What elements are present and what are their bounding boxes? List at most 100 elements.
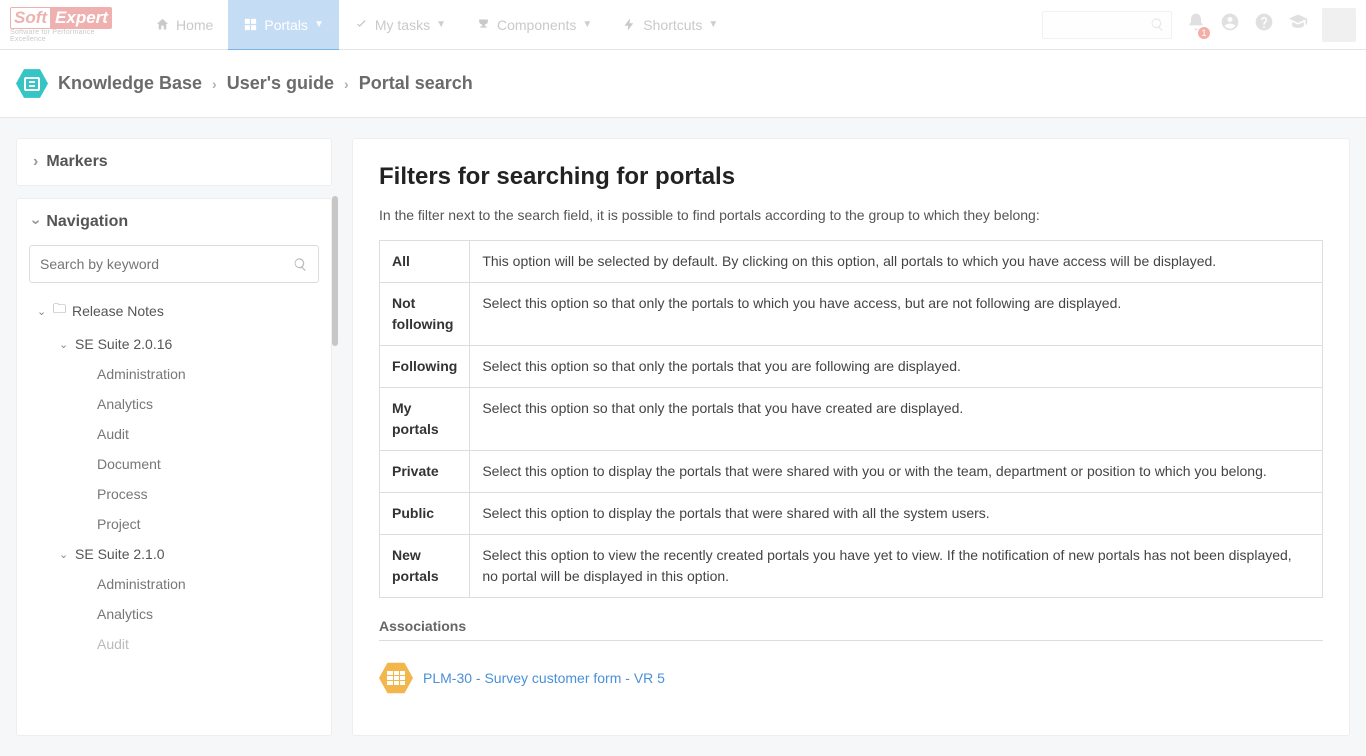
tree-label: Release Notes [72,303,164,319]
keyword-search[interactable] [29,245,319,283]
caret-down-icon: ▼ [582,19,592,30]
form-icon [379,661,413,695]
home-icon [155,17,170,32]
user-circle-icon [1220,12,1240,32]
nav-portals[interactable]: Portals ▼ [228,0,338,50]
left-column: › Markers › Navigation ⌄ 🗀 Release Notes [16,138,332,736]
filter-desc: Select this option to display the portal… [470,451,1323,493]
folder-icon: 🗀 [53,300,66,322]
nav-mytasks-label: My tasks [375,17,430,33]
caret-down-icon: ▼ [708,19,718,30]
tree-release-notes[interactable]: ⌄ 🗀 Release Notes [29,293,319,329]
navigation-panel: › Navigation ⌄ 🗀 Release Notes ⌄ SE [16,198,332,736]
tree-item[interactable]: Analytics [29,599,319,629]
search-icon [293,257,308,272]
knowledge-base-icon [16,68,48,100]
filters-table: AllThis option will be selected by defau… [379,240,1323,598]
nav-mytasks[interactable]: My tasks ▼ [339,0,461,50]
table-row: My portalsSelect this option so that onl… [380,388,1323,451]
navigation-toggle[interactable]: › Navigation [17,199,331,245]
table-row: AllThis option will be selected by defau… [380,241,1323,283]
markers-toggle[interactable]: › Markers [17,139,331,185]
tree-label: Document [97,456,161,472]
main-content: Filters for searching for portals In the… [352,138,1350,736]
nav-home-label: Home [176,17,213,33]
caret-down-icon: ▼ [314,19,324,30]
user-help-button[interactable] [1220,12,1240,37]
filter-name: Not following [380,283,470,346]
tree-item[interactable]: Analytics [29,389,319,419]
chevron-right-icon: › [33,153,38,171]
filter-name: New portals [380,535,470,598]
tree-label: Analytics [97,606,153,622]
tree-item[interactable]: Audit [29,419,319,449]
top-navbar: Soft Expert Software for Performance Exc… [0,0,1366,50]
table-row: FollowingSelect this option so that only… [380,346,1323,388]
tree-label: Audit [97,636,129,652]
graduation-icon [1288,12,1308,32]
breadcrumb-kb[interactable]: Knowledge Base [58,73,202,94]
question-circle-icon [1254,12,1274,32]
logo-tagline: Software for Performance Excellence [10,29,130,43]
tree-item[interactable]: Document [29,449,319,479]
filter-desc: Select this option to view the recently … [470,535,1323,598]
nav-components[interactable]: Components ▼ [461,0,607,50]
filter-desc: Select this option to display the portal… [470,493,1323,535]
nav-shortcuts-label: Shortcuts [643,17,702,33]
filter-desc: Select this option so that only the port… [470,283,1323,346]
breadcrumb-portalsearch[interactable]: Portal search [359,73,473,94]
navigation-title: Navigation [46,213,128,231]
chevron-right-icon: › [344,76,349,92]
tree-label: Administration [97,576,186,592]
filter-name: All [380,241,470,283]
logo[interactable]: Soft Expert Software for Performance Exc… [10,7,130,43]
tree-label: SE Suite 2.0.16 [75,336,172,352]
association-link[interactable]: PLM-30 - Survey customer form - VR 5 [423,670,665,686]
nav-shortcuts[interactable]: Shortcuts ▼ [607,0,733,50]
check-icon [354,17,369,32]
chevron-down-icon: ⌄ [59,548,69,561]
filter-name: Private [380,451,470,493]
education-button[interactable] [1288,12,1308,37]
filter-desc: Select this option so that only the port… [470,346,1323,388]
chevron-down-icon: ⌄ [59,338,69,351]
table-row: Not followingSelect this option so that … [380,283,1323,346]
nav-tree: ⌄ 🗀 Release Notes ⌄ SE Suite 2.0.16 Admi… [29,293,319,659]
tree-suite-210[interactable]: ⌄ SE Suite 2.1.0 [29,539,319,569]
breadcrumb: Knowledge Base › User's guide › Portal s… [0,50,1366,118]
sidebar-scrollbar[interactable] [332,196,338,346]
association-item: PLM-30 - Survey customer form - VR 5 [379,661,1323,695]
trophy-icon [476,17,491,32]
search-icon [1150,17,1165,32]
bolt-icon [622,17,637,32]
global-search[interactable] [1042,11,1172,39]
table-row: New portalsSelect this option to view th… [380,535,1323,598]
tree-label: SE Suite 2.1.0 [75,546,165,562]
user-avatar[interactable] [1322,8,1356,42]
tree-label: Audit [97,426,129,442]
tree-label: Project [97,516,141,532]
nav-components-label: Components [497,17,576,33]
help-button[interactable] [1254,12,1274,37]
notifications-button[interactable]: 1 [1186,12,1206,37]
breadcrumb-userguide[interactable]: User's guide [227,73,334,94]
tree-item[interactable]: Process [29,479,319,509]
caret-down-icon: ▼ [436,19,446,30]
tree-suite-2016[interactable]: ⌄ SE Suite 2.0.16 [29,329,319,359]
table-row: PublicSelect this option to display the … [380,493,1323,535]
tree-item[interactable]: Administration [29,359,319,389]
tree-item[interactable]: Administration [29,569,319,599]
tree-item[interactable]: Audit [29,629,319,659]
filter-name: Public [380,493,470,535]
logo-soft: Soft [10,7,51,29]
tree-label: Analytics [97,396,153,412]
filter-desc: Select this option so that only the port… [470,388,1323,451]
nav-home[interactable]: Home [140,0,228,50]
keyword-input[interactable] [40,256,293,272]
nav-portals-label: Portals [264,17,308,33]
page-body: › Markers › Navigation ⌄ 🗀 Release Notes [0,118,1366,756]
notification-badge: 1 [1198,27,1210,39]
chevron-right-icon: › [212,76,217,92]
tree-label: Process [97,486,148,502]
tree-item[interactable]: Project [29,509,319,539]
